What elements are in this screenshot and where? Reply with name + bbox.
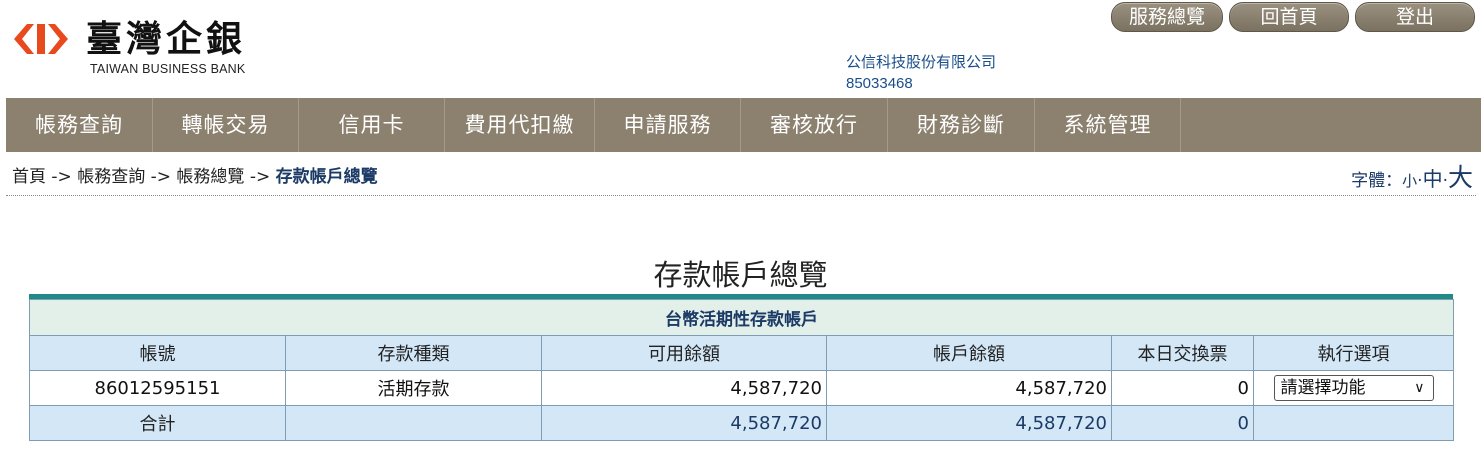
- total-available-balance: 4,587,720: [541, 405, 827, 441]
- header-actions: 執行選項: [1253, 335, 1454, 371]
- header-checks-today: 本日交換票: [1111, 335, 1254, 371]
- header: 臺灣企銀 TAIWAN BUSINESS BANK 服務總覽 回首頁 登出 公信…: [0, 0, 1481, 97]
- nav-fee-payment[interactable]: 費用代扣繳: [445, 98, 595, 152]
- action-select[interactable]: 請選擇功能 ∨: [1273, 375, 1434, 401]
- company-name: 公信科技股份有限公司: [846, 54, 997, 71]
- total-account-balance: 4,587,720: [826, 405, 1112, 441]
- divider: [6, 195, 1476, 196]
- nav-apply-service[interactable]: 申請服務: [595, 98, 741, 152]
- deposit-type: 活期存款: [285, 370, 542, 406]
- breadcrumb: 首頁 -> 帳務查詢 -> 帳務總覽 -> 存款帳戶總覽: [12, 162, 378, 187]
- table-caption-row: 台幣活期性存款帳戶: [29, 299, 1454, 336]
- company-info: 公信科技股份有限公司 85033468: [846, 52, 996, 94]
- breadcrumb-separator: ->: [51, 167, 72, 187]
- bank-logo[interactable]: 臺灣企銀 TAIWAN BUSINESS BANK: [10, 18, 270, 80]
- nav-system-management[interactable]: 系統管理: [1035, 98, 1181, 152]
- bank-logo-icon: [14, 24, 68, 54]
- chevron-down-icon: ∨: [1414, 380, 1425, 396]
- font-size-medium[interactable]: 中: [1423, 167, 1443, 191]
- page-title: 存款帳戶總覽: [653, 258, 828, 292]
- breadcrumb-separator: ->: [150, 167, 171, 187]
- breadcrumb-account-inquiry[interactable]: 帳務查詢: [77, 167, 145, 187]
- company-id: 85033468: [846, 75, 913, 92]
- breadcrumb-separator: ->: [249, 167, 271, 187]
- total-label: 合計: [29, 405, 286, 441]
- font-size-small[interactable]: 小: [1402, 172, 1417, 190]
- action-select-value: 請選擇功能: [1280, 378, 1366, 398]
- breadcrumb-current: 存款帳戶總覽: [275, 167, 378, 187]
- total-empty-cell: [1253, 405, 1454, 441]
- header-deposit-type: 存款種類: [285, 335, 542, 371]
- main-nav: 帳務查詢 轉帳交易 信用卡 費用代扣繳 申請服務 審核放行 財務診斷 系統管理: [6, 98, 1481, 152]
- account-number[interactable]: 86012595151: [29, 370, 286, 406]
- home-button[interactable]: 回首頁: [1229, 2, 1349, 32]
- deposit-accounts-table: 台幣活期性存款帳戶 帳號 存款種類 可用餘額 帳戶餘額 本日交換票 執行選項 8…: [29, 299, 1454, 441]
- nav-financial-diagnosis[interactable]: 財務診斷: [888, 98, 1035, 152]
- breadcrumb-home[interactable]: 首頁: [12, 167, 46, 187]
- font-size-large[interactable]: 大: [1448, 163, 1473, 192]
- bank-name: 臺灣企銀: [86, 19, 247, 60]
- action-cell: 請選擇功能 ∨: [1253, 370, 1454, 406]
- nav-account-inquiry[interactable]: 帳務查詢: [6, 98, 153, 152]
- account-balance: 4,587,720: [826, 370, 1112, 406]
- font-size-switcher: 字體：小·中·大: [1351, 158, 1473, 194]
- table-total-row: 合計 4,587,720 4,587,720 0: [29, 405, 1454, 441]
- nav-approval[interactable]: 審核放行: [741, 98, 888, 152]
- nav-credit-card[interactable]: 信用卡: [299, 98, 445, 152]
- table-header-row: 帳號 存款種類 可用餘額 帳戶餘額 本日交換票 執行選項: [29, 335, 1454, 371]
- checks-today: 0: [1111, 370, 1254, 406]
- deposit-table-container: 台幣活期性存款帳戶 帳號 存款種類 可用餘額 帳戶餘額 本日交換票 執行選項 8…: [29, 294, 1454, 441]
- total-empty-cell: [285, 405, 542, 441]
- table-row: 86012595151 活期存款 4,587,720 4,587,720 0 請…: [29, 370, 1454, 406]
- nav-transfer[interactable]: 轉帳交易: [153, 98, 299, 152]
- header-available-balance: 可用餘額: [541, 335, 827, 371]
- total-checks-today: 0: [1111, 405, 1254, 441]
- available-balance: 4,587,720: [541, 370, 827, 406]
- logout-button[interactable]: 登出: [1355, 2, 1475, 32]
- service-overview-button[interactable]: 服務總覽: [1111, 2, 1223, 32]
- header-account-balance: 帳戶餘額: [826, 335, 1112, 371]
- font-size-label: 字體：: [1351, 171, 1403, 191]
- breadcrumb-account-overview[interactable]: 帳務總覽: [176, 167, 244, 187]
- table-caption: 台幣活期性存款帳戶: [29, 299, 1454, 336]
- top-buttons: 服務總覽 回首頁 登出: [1111, 2, 1475, 32]
- header-account: 帳號: [29, 335, 286, 371]
- bank-english-name: TAIWAN BUSINESS BANK: [90, 62, 246, 76]
